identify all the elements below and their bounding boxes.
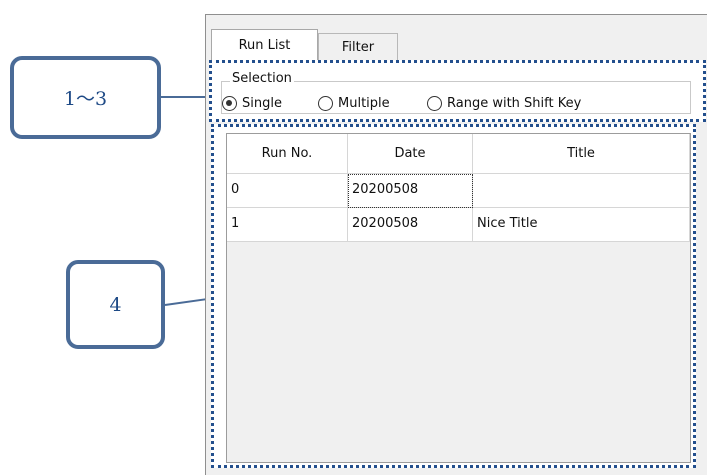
- column-header-run-no[interactable]: Run No.: [227, 134, 348, 174]
- annotation-callout-4: 4: [66, 260, 165, 349]
- single-selection-radio[interactable]: Single: [222, 96, 282, 111]
- radio-unchecked-icon: [427, 96, 442, 111]
- table-cell-title[interactable]: [473, 174, 690, 208]
- tab-run-list[interactable]: Run List: [211, 29, 318, 60]
- single-option-label: Single: [242, 96, 282, 111]
- table-cell-date[interactable]: 20200508: [348, 208, 473, 242]
- annotation-leader-1-3: [161, 96, 210, 98]
- range-selection-radio[interactable]: Range with Shift Key: [427, 96, 581, 111]
- annotation-callout-1-3: 1～3: [10, 56, 161, 139]
- column-header-title[interactable]: Title: [473, 134, 690, 174]
- radio-unchecked-icon: [318, 96, 333, 111]
- range-option-label: Range with Shift Key: [447, 96, 582, 111]
- table-cell-run-no[interactable]: 0: [227, 174, 348, 208]
- multiple-selection-radio[interactable]: Multiple: [318, 96, 390, 111]
- table-cell-title[interactable]: Nice Title: [473, 208, 690, 242]
- selection-group-title: Selection: [230, 71, 294, 87]
- tab-filter[interactable]: Filter: [318, 33, 398, 60]
- multiple-option-label: Multiple: [338, 96, 390, 111]
- run-table[interactable]: Run No. Date Title 0 20200508 1 20200508…: [226, 133, 691, 463]
- table-cell-run-no[interactable]: 1: [227, 208, 348, 242]
- column-header-date[interactable]: Date: [348, 134, 473, 174]
- radio-checked-icon: [222, 96, 237, 111]
- table-cell-date[interactable]: 20200508: [348, 174, 473, 208]
